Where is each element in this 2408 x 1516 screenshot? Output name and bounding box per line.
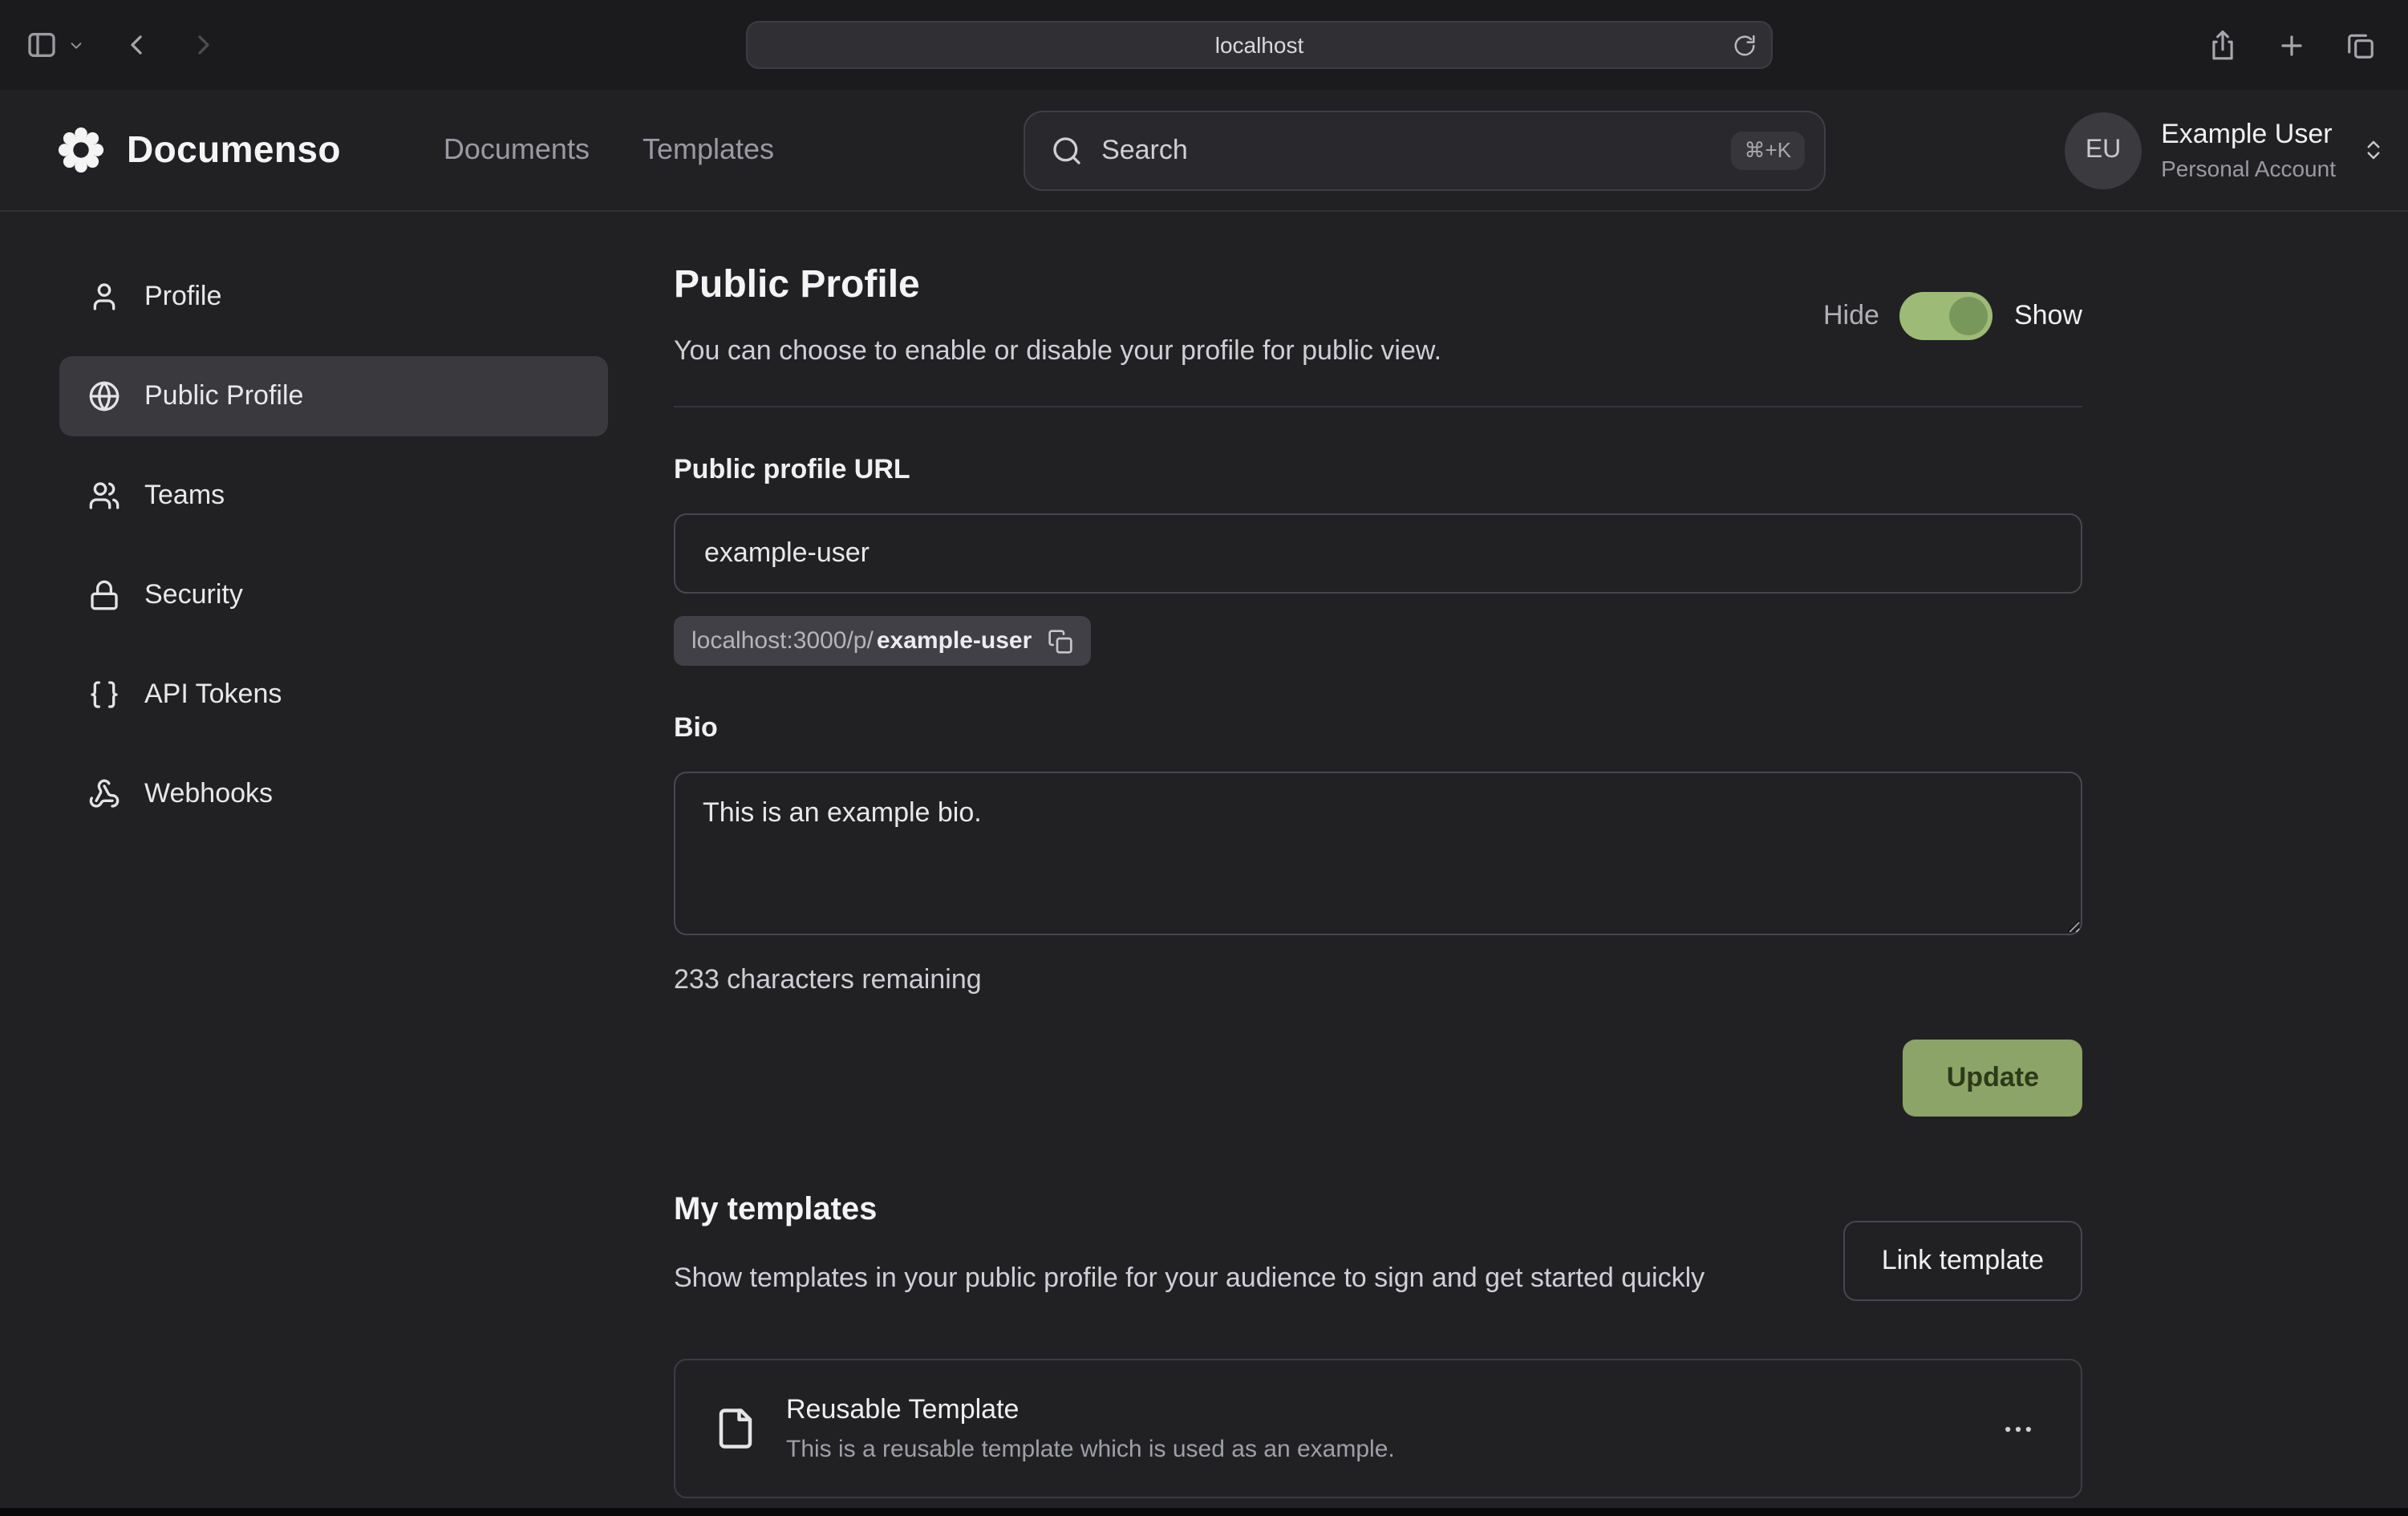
avatar: EU [2065, 111, 2142, 188]
link-template-button[interactable]: Link template [1843, 1221, 2082, 1301]
nav-templates[interactable]: Templates [643, 133, 774, 167]
forward-button[interactable] [188, 29, 220, 61]
app-window: localhost [0, 0, 2408, 1516]
globe-icon [88, 380, 120, 412]
profile-url-prefix: localhost:3000/p/ [691, 627, 874, 655]
copy-icon[interactable] [1048, 628, 1073, 654]
user-icon [88, 281, 120, 313]
brand[interactable]: Documenso [56, 125, 341, 175]
sidebar-item-label: Webhooks [144, 778, 273, 810]
page-title: Public Profile [674, 263, 1441, 308]
nav-documents[interactable]: Documents [444, 133, 590, 167]
sidebar-item-label: API Tokens [144, 679, 282, 711]
documenso-logo-icon [56, 125, 106, 175]
sidebar-item-public-profile[interactable]: Public Profile [59, 356, 608, 436]
template-name: Reusable Template [786, 1394, 1965, 1426]
sidebar-item-security[interactable]: Security [59, 555, 608, 635]
brand-name: Documenso [127, 128, 341, 172]
template-card: Reusable Template This is a reusable tem… [674, 1359, 2082, 1498]
sidebar-item-label: Public Profile [144, 380, 303, 412]
user-name: Example User [2161, 119, 2336, 151]
profile-visibility-toggle-group: Hide Show [1823, 291, 2082, 339]
toggle-hide-label: Hide [1823, 299, 1879, 331]
braces-icon [88, 679, 120, 711]
address-bar[interactable]: localhost [746, 21, 1773, 69]
window-bottom-edge [0, 1508, 2408, 1516]
characters-remaining: 233 characters remaining [674, 964, 2082, 996]
sidebar-item-teams[interactable]: Teams [59, 456, 608, 536]
users-icon [88, 480, 120, 512]
sidebar-item-profile[interactable]: Profile [59, 257, 608, 337]
sidebar-item-label: Teams [144, 480, 225, 512]
search-input[interactable]: Search ⌘+K [1023, 110, 1825, 190]
top-nav: Documents Templates [444, 133, 774, 167]
chevrons-up-down-icon [2361, 138, 2386, 162]
profile-url-label: Public profile URL [674, 454, 2082, 486]
lock-icon [88, 579, 120, 611]
profile-url-input[interactable] [674, 513, 2082, 594]
bio-label: Bio [674, 712, 2082, 744]
search-icon [1050, 134, 1082, 166]
profile-url-slug: example-user [877, 627, 1032, 655]
sidebar-item-api-tokens[interactable]: API Tokens [59, 655, 608, 735]
profile-url-badge[interactable]: localhost:3000/p/example-user [674, 616, 1091, 666]
sidebar-toggle-icon[interactable] [26, 29, 58, 61]
bio-textarea[interactable] [674, 772, 2082, 935]
update-button[interactable]: Update [1903, 1040, 2082, 1117]
my-templates-subtitle: Show templates in your public profile fo… [674, 1258, 1705, 1300]
my-templates-title: My templates [674, 1192, 1705, 1229]
new-tab-icon[interactable] [2276, 30, 2307, 60]
chevron-down-icon[interactable] [67, 36, 85, 54]
reload-icon[interactable] [1733, 34, 1757, 58]
back-button[interactable] [120, 29, 152, 61]
template-description: This is a reusable template which is use… [786, 1436, 1965, 1463]
url-text: localhost [1215, 32, 1304, 58]
search-shortcut-badge: ⌘+K [1732, 131, 1805, 169]
more-options-button[interactable] [1994, 1405, 2042, 1453]
tab-overview-icon[interactable] [2345, 30, 2376, 60]
user-menu[interactable]: EU Example User Personal Account [2065, 111, 2386, 188]
webhook-icon [88, 778, 120, 810]
sidebar-item-label: Security [144, 579, 243, 611]
search-placeholder: Search [1101, 134, 1712, 166]
toggle-knob [1950, 296, 1988, 334]
file-icon [714, 1407, 757, 1450]
toggle-show-label: Show [2014, 299, 2082, 331]
divider [674, 406, 2082, 407]
user-account-type: Personal Account [2161, 156, 2336, 181]
sidebar-item-label: Profile [144, 281, 221, 313]
share-icon[interactable] [2207, 30, 2238, 60]
settings-sidebar: Profile Public Profile Teams Security [0, 212, 610, 1516]
browser-chrome: localhost [0, 0, 2408, 90]
sidebar-item-webhooks[interactable]: Webhooks [59, 754, 608, 834]
app-header: Documenso Documents Templates Search ⌘+K… [0, 90, 2408, 212]
main-content: Public Profile You can choose to enable … [610, 212, 2408, 1516]
page-subtitle: You can choose to enable or disable your… [674, 335, 1441, 367]
profile-visibility-toggle[interactable] [1900, 291, 1993, 339]
